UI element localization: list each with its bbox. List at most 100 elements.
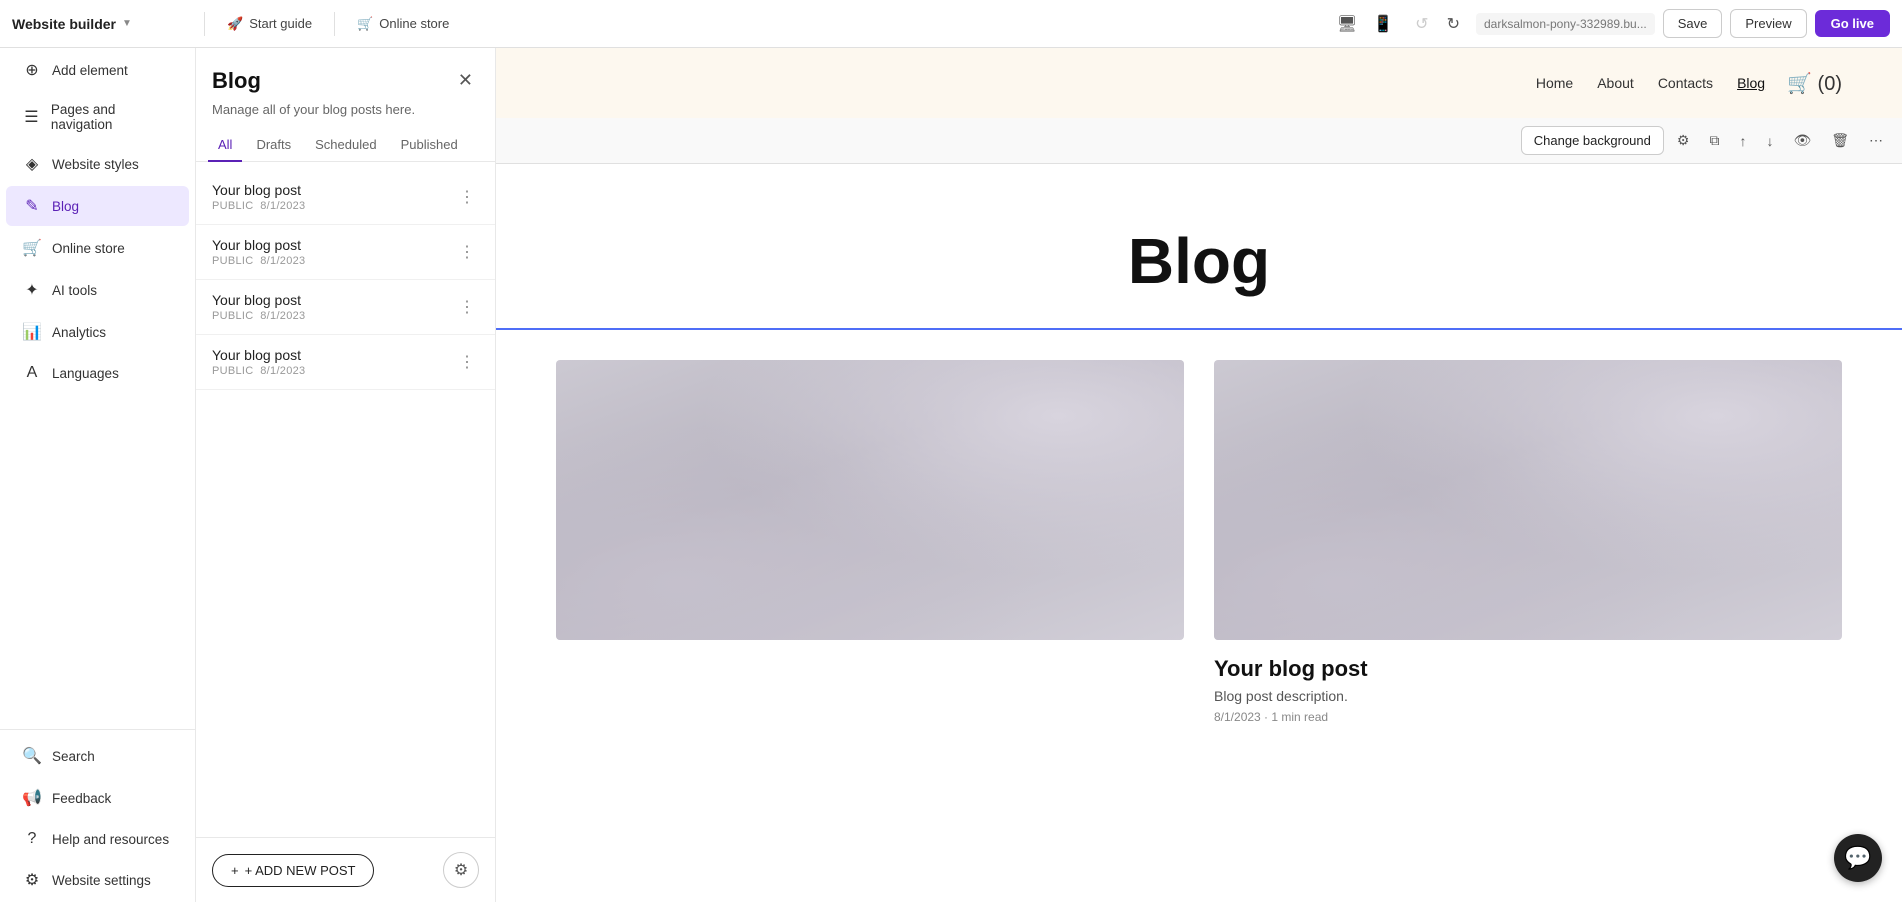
- section-more-button[interactable]: ⋯: [1862, 127, 1890, 154]
- blog-icon: ✎: [22, 196, 42, 216]
- blog-post-meta-3: PUBLIC 8/1/2023: [212, 310, 305, 322]
- brand-logo[interactable]: Website builder ▼: [12, 16, 192, 32]
- main-layout: ⊕ Add element ☰ Pages and navigation ◈ W…: [0, 48, 1902, 902]
- panel-header: Blog ✕: [196, 48, 495, 102]
- go-live-button[interactable]: Go live: [1815, 10, 1890, 37]
- online-store-button[interactable]: 🛒 Online store: [347, 10, 459, 38]
- panel-tabs: All Drafts Scheduled Published: [196, 129, 495, 162]
- pages-icon: ☰: [22, 107, 41, 127]
- preview-button[interactable]: Preview: [1730, 9, 1806, 38]
- sidebar-item-online-store[interactable]: 🛒 Online store: [6, 228, 189, 268]
- blog-card-title-2: Your blog post: [1214, 656, 1842, 682]
- languages-icon: A: [22, 364, 42, 382]
- blog-post-menu-4[interactable]: ⋮: [455, 348, 479, 376]
- panel-subtitle: Manage all of your blog posts here.: [196, 102, 495, 129]
- search-icon: 🔍: [22, 746, 42, 766]
- sidebar-item-website-styles[interactable]: ◈ Website styles: [6, 144, 189, 184]
- section-move-up-button[interactable]: ↑: [1732, 128, 1753, 154]
- divider-1: [204, 12, 205, 36]
- blog-card-image-2: [1214, 360, 1842, 640]
- blog-post-info-2: Your blog post PUBLIC 8/1/2023: [212, 237, 305, 267]
- sidebar-item-ai-tools[interactable]: ✦ AI tools: [6, 270, 189, 310]
- sidebar-item-blog[interactable]: ✎ Blog: [6, 186, 189, 226]
- mobile-view-button[interactable]: 📱: [1367, 10, 1399, 38]
- sidebar-item-settings[interactable]: ⚙ Website settings: [6, 860, 189, 900]
- blog-panel: Blog ✕ Manage all of your blog posts her…: [196, 48, 496, 902]
- tab-all[interactable]: All: [208, 129, 242, 162]
- start-guide-button[interactable]: 🚀 Start guide: [217, 10, 322, 38]
- chat-widget-button[interactable]: 💬: [1834, 834, 1882, 882]
- blog-card-desc-2: Blog post description.: [1214, 688, 1842, 704]
- ai-icon: ✦: [22, 280, 42, 300]
- sidebar-label-feedback: Feedback: [52, 791, 111, 806]
- arrow-down-icon: ↓: [1766, 133, 1773, 149]
- blog-post-item-3[interactable]: Your blog post PUBLIC 8/1/2023 ⋮: [196, 280, 495, 335]
- nav-blog[interactable]: Blog: [1737, 75, 1765, 91]
- sidebar-label-settings: Website settings: [52, 873, 151, 888]
- site-header: Home About Contacts Blog 🛒 (0): [496, 48, 1902, 118]
- rocket-icon: 🚀: [227, 16, 243, 32]
- sidebar-item-search[interactable]: 🔍 Search: [6, 736, 189, 776]
- sidebar-item-pages[interactable]: ☰ Pages and navigation: [6, 92, 189, 142]
- panel-settings-button[interactable]: ⚙: [443, 852, 479, 888]
- arrow-up-icon: ↑: [1739, 133, 1746, 149]
- section-move-down-button[interactable]: ↓: [1759, 128, 1780, 154]
- section-hide-button[interactable]: 👁: [1786, 127, 1818, 154]
- tab-scheduled[interactable]: Scheduled: [305, 129, 386, 162]
- blog-post-info-4: Your blog post PUBLIC 8/1/2023: [212, 347, 305, 377]
- settings-icon: ⚙: [1677, 132, 1690, 148]
- blog-post-item-2[interactable]: Your blog post PUBLIC 8/1/2023 ⋮: [196, 225, 495, 280]
- sidebar: ⊕ Add element ☰ Pages and navigation ◈ W…: [0, 48, 196, 902]
- cart-icon: 🛒: [357, 16, 373, 32]
- sidebar-item-feedback[interactable]: 📢 Feedback: [6, 778, 189, 818]
- blog-hero-section: Blog: [496, 164, 1902, 330]
- blog-post-info-3: Your blog post PUBLIC 8/1/2023: [212, 292, 305, 322]
- add-post-label: + ADD NEW POST: [245, 863, 356, 878]
- desktop-view-button[interactable]: 🖥: [1331, 10, 1363, 38]
- sidebar-item-analytics[interactable]: 📊 Analytics: [6, 312, 189, 352]
- save-button[interactable]: Save: [1663, 9, 1723, 38]
- redo-button[interactable]: ↻: [1439, 8, 1468, 40]
- canvas: Home About Contacts Blog 🛒 (0) Change ba…: [496, 48, 1902, 902]
- nav-about[interactable]: About: [1597, 75, 1634, 91]
- blog-post-menu-2[interactable]: ⋮: [455, 238, 479, 266]
- change-background-button[interactable]: Change background: [1521, 126, 1664, 155]
- panel-footer: + + ADD NEW POST ⚙: [196, 837, 495, 902]
- gear-small-icon: ⚙: [454, 860, 468, 880]
- blog-post-menu-1[interactable]: ⋮: [455, 183, 479, 211]
- add-new-post-button[interactable]: + + ADD NEW POST: [212, 854, 374, 887]
- cart-button[interactable]: 🛒 (0): [1787, 71, 1842, 96]
- sidebar-item-help[interactable]: ? Help and resources: [6, 820, 189, 858]
- sidebar-main-items: ⊕ Add element ☰ Pages and navigation ◈ W…: [0, 48, 195, 394]
- blog-post-title-4: Your blog post: [212, 347, 305, 363]
- blog-post-item-4[interactable]: Your blog post PUBLIC 8/1/2023 ⋮: [196, 335, 495, 390]
- more-icon: ⋯: [1869, 132, 1883, 148]
- undo-redo-group: ↺ ↻: [1407, 8, 1468, 40]
- tab-published[interactable]: Published: [391, 129, 468, 162]
- topbar-right: 🖥 📱 ↺ ↻ darksalmon-pony-332989.bu... Sav…: [1331, 8, 1890, 40]
- blog-card-meta-2: 8/1/2023 · 1 min read: [1214, 710, 1842, 724]
- section-settings-button[interactable]: ⚙: [1670, 127, 1697, 154]
- sidebar-item-add-element[interactable]: ⊕ Add element: [6, 50, 189, 90]
- panel-close-button[interactable]: ✕: [452, 68, 479, 93]
- help-icon: ?: [22, 830, 42, 848]
- section-duplicate-button[interactable]: ⧉: [1702, 127, 1726, 154]
- sidebar-label-website-styles: Website styles: [52, 157, 139, 172]
- blog-card-img-inner-1: [556, 360, 1184, 640]
- sidebar-item-languages[interactable]: A Languages: [6, 354, 189, 392]
- undo-button[interactable]: ↺: [1407, 8, 1436, 40]
- section-delete-button[interactable]: 🗑: [1824, 127, 1856, 154]
- tab-drafts[interactable]: Drafts: [246, 129, 301, 162]
- sidebar-bottom-items: 🔍 Search 📢 Feedback ? Help and resources…: [0, 729, 195, 902]
- nav-contacts[interactable]: Contacts: [1658, 75, 1713, 91]
- gear-icon: ⚙: [22, 870, 42, 890]
- blog-post-menu-3[interactable]: ⋮: [455, 293, 479, 321]
- blog-post-item-1[interactable]: Your blog post PUBLIC 8/1/2023 ⋮: [196, 170, 495, 225]
- blog-post-title-2: Your blog post: [212, 237, 305, 253]
- canvas-inner: Home About Contacts Blog 🛒 (0) Change ba…: [496, 48, 1902, 902]
- sidebar-label-blog: Blog: [52, 199, 79, 214]
- sidebar-label-add-element: Add element: [52, 63, 128, 78]
- blog-card-2: Your blog post Blog post description. 8/…: [1214, 360, 1842, 724]
- nav-home[interactable]: Home: [1536, 75, 1573, 91]
- blog-card-1: [556, 360, 1184, 724]
